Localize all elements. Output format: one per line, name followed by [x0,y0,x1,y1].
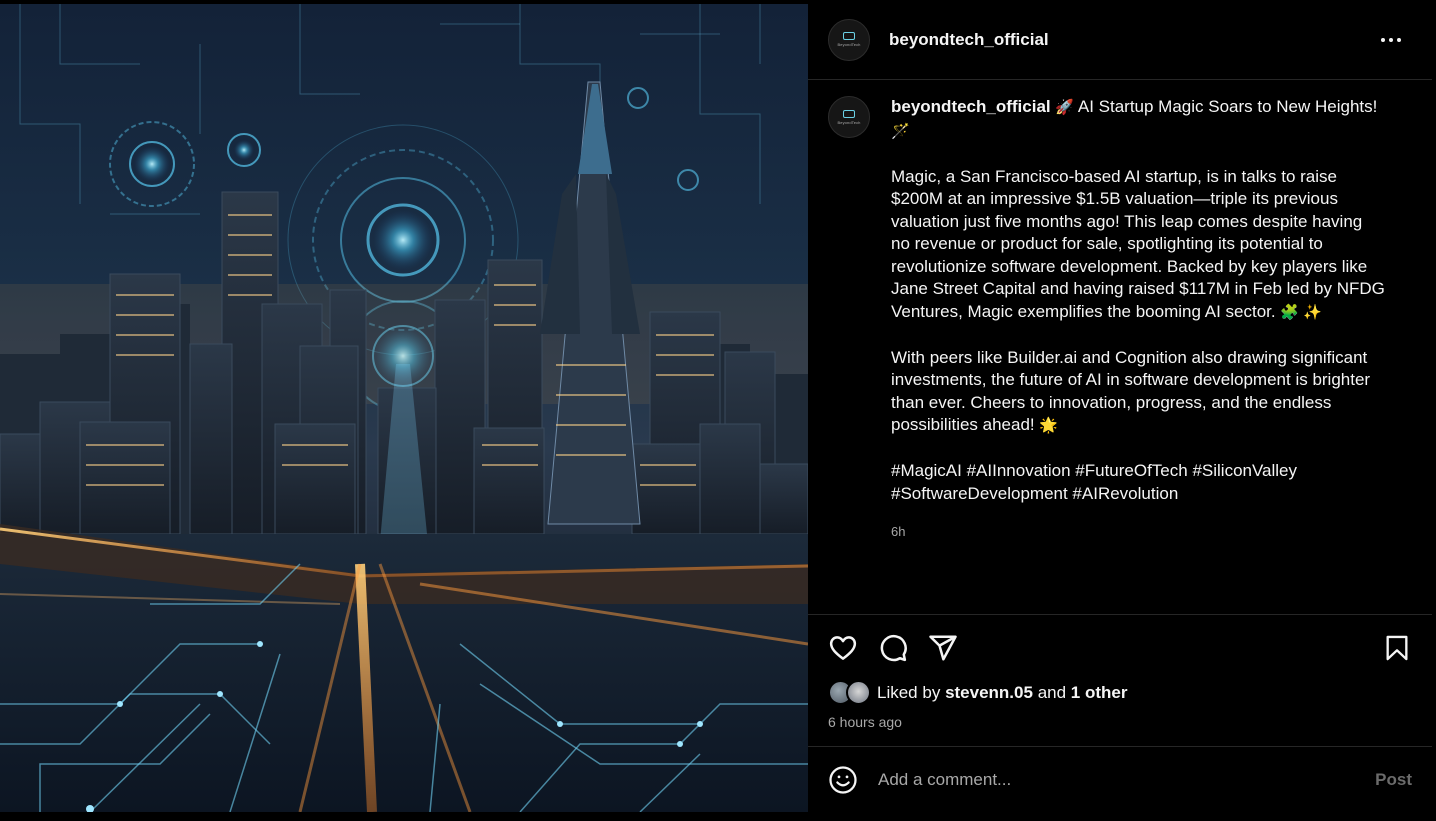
comment-input[interactable] [878,769,1364,790]
rocket-icon: 🚀 [1055,99,1075,116]
likes-prefix: Liked by [877,683,941,702]
post-header: BeyondTech beyondtech_official [808,0,1432,80]
caption-paragraph-2: With peers like Builder.ai and Cognition… [891,347,1371,435]
comment-composer: Post [808,746,1432,812]
likes-joiner: and [1037,683,1067,702]
likes-summary[interactable]: Liked by stevenn.05 and 1 other [808,665,1432,706]
more-options-icon[interactable] [1375,32,1407,48]
caption-section: BeyondTech beyondtech_official 🚀 AI Star… [828,96,1412,544]
likes-others-count[interactable]: 1 other [1071,683,1128,703]
caption-title: AI Startup Magic Soars to New Heights! [1077,97,1378,116]
puzzle-sparkles-icon: 🧩 ✨ [1280,303,1322,321]
caption-timestamp: 6h [891,524,906,539]
post-side-panel: BeyondTech beyondtech_official BeyondTec… [808,0,1432,812]
post-actions-section: Liked by stevenn.05 and 1 other 6 hours … [808,614,1432,730]
caption-hashtags[interactable]: #MagicAI #AIInnovation #FutureOfTech #Si… [891,460,1391,505]
avatar-brand-text: BeyondTech [837,119,861,125]
brand-logo-icon [843,109,855,118]
heart-icon[interactable] [828,633,858,663]
liker-avatars [828,680,872,706]
author-username[interactable]: beyondtech_official [889,30,1049,50]
sun-icon: 🌟 [1039,417,1059,434]
post-image[interactable] [0,4,808,812]
magic-wand-icon: 🪄 [891,122,910,140]
post-comment-button[interactable]: Post [1375,770,1412,790]
caption-username[interactable]: beyondtech_official [891,97,1051,116]
bookmark-icon[interactable] [1382,633,1412,663]
caption-author-avatar[interactable]: BeyondTech [828,96,870,138]
smiley-icon[interactable] [828,765,858,795]
action-bar [808,615,1432,665]
avatar [846,680,871,705]
caption-paragraph-1: Magic, a San Francisco-based AI startup,… [891,166,1385,321]
liker-username[interactable]: stevenn.05 [945,683,1033,703]
avatar-brand-text: BeyondTech [837,42,861,47]
author-avatar[interactable]: BeyondTech [828,18,870,61]
post-image-illustration [0,4,808,812]
post-caption: beyondtech_official 🚀 AI Startup Magic S… [891,96,1391,544]
brand-logo-icon [843,32,855,40]
comment-icon[interactable] [878,633,908,663]
post-timestamp[interactable]: 6 hours ago [808,706,1432,730]
share-icon[interactable] [928,633,958,663]
